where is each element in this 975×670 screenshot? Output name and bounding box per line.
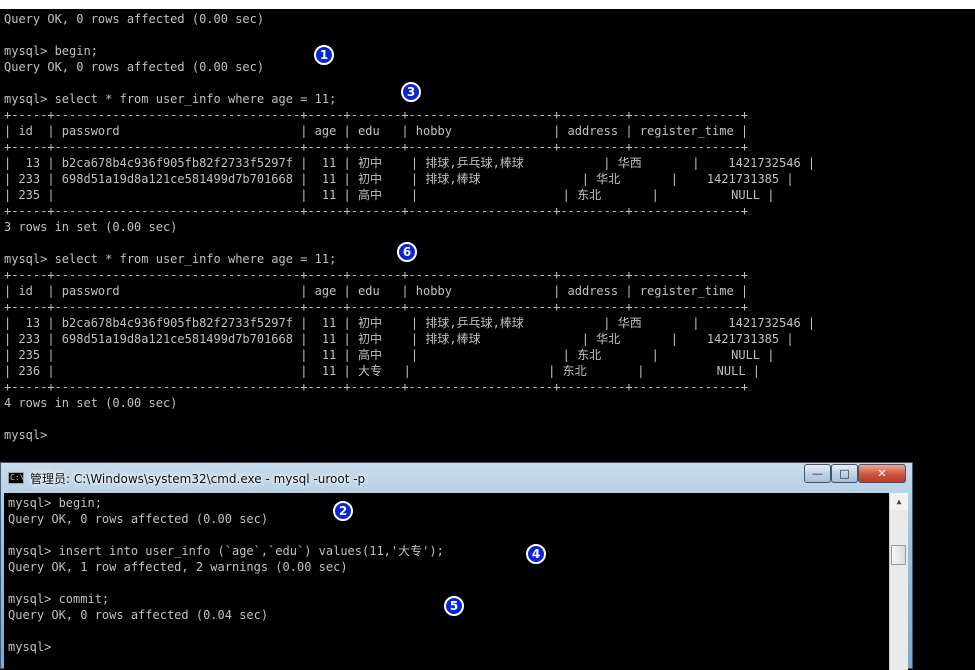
up-arrow-icon[interactable]: ▲: [890, 493, 908, 510]
terminal-line: mysql> select * from user_info where age…: [4, 92, 337, 106]
main-terminal[interactable]: Query OK, 0 rows affected (0.00 sec) mys…: [4, 9, 975, 459]
terminal-line: mysql> begin;: [8, 496, 102, 510]
table-border-line: +-----+---------------------------------…: [4, 204, 749, 218]
terminal-line: Query OK, 0 rows affected (0.00 sec): [4, 12, 265, 26]
terminal-line: mysql> insert into user_info (`age`,`edu…: [8, 544, 444, 558]
table-row: | 13 | b2ca678b4c936f905fb82f2733f5297f …: [4, 316, 816, 330]
terminal-line: mysql> select * from user_info where age…: [4, 252, 337, 266]
table-header-row: | id | password | age | edu | hobby | ad…: [4, 124, 749, 138]
top-edge-strip: [0, 0, 975, 9]
table-border-line: +-----+---------------------------------…: [4, 300, 749, 314]
step-badge-3: 3: [401, 82, 421, 102]
table-border-line: +-----+---------------------------------…: [4, 140, 749, 154]
window-titlebar[interactable]: C:\ 管理员: C:\Windows\system32\cmd.exe - m…: [1, 463, 912, 493]
step-badge-6: 6: [397, 242, 417, 262]
step-badge-1: 1: [314, 45, 334, 65]
cmd-window[interactable]: C:\ 管理员: C:\Windows\system32\cmd.exe - m…: [0, 462, 913, 670]
table-border-line: +-----+---------------------------------…: [4, 108, 749, 122]
vertical-scrollbar[interactable]: ▲: [889, 493, 908, 670]
table-row: | 13 | b2ca678b4c936f905fb82f2733f5297f …: [4, 156, 816, 170]
cmd-icon: C:\: [8, 472, 25, 484]
terminal-prompt: mysql>: [4, 428, 48, 442]
table-row: | 236 | | 11 | 大专 | | 东北 | NULL |: [4, 364, 761, 378]
minimize-button[interactable]: —: [804, 464, 831, 483]
terminal-prompt: mysql>: [8, 640, 52, 654]
terminal-line: 3 rows in set (0.00 sec): [4, 220, 178, 234]
table-row: | 233 | 698d51a19d8a121ce581499d7b701668…: [4, 332, 794, 346]
window-title: 管理员: C:\Windows\system32\cmd.exe - mysql…: [30, 472, 366, 486]
terminal-line: Query OK, 0 rows affected (0.00 sec): [8, 512, 269, 526]
terminal-line: mysql> begin;: [4, 44, 98, 58]
step-badge-4: 4: [526, 544, 546, 564]
terminal-line: mysql> commit;: [8, 592, 110, 606]
terminal-line: Query OK, 1 row affected, 2 warnings (0.…: [8, 560, 348, 574]
terminal-line: 4 rows in set (0.00 sec): [4, 396, 178, 410]
cmd-terminal[interactable]: mysql> begin; Query OK, 0 rows affected …: [4, 493, 889, 670]
close-button[interactable]: ✕: [858, 464, 906, 483]
table-row: | 233 | 698d51a19d8a121ce581499d7b701668…: [4, 172, 794, 186]
table-row: | 235 | | 11 | 高中 | | 东北 | NULL |: [4, 188, 775, 202]
step-badge-2: 2: [333, 501, 353, 521]
table-row: | 235 | | 11 | 高中 | | 东北 | NULL |: [4, 348, 775, 362]
step-badge-5: 5: [444, 596, 464, 616]
terminal-line: Query OK, 0 rows affected (0.04 sec): [8, 608, 269, 622]
scrollbar-thumb[interactable]: [891, 545, 906, 565]
terminal-line: Query OK, 0 rows affected (0.00 sec): [4, 60, 265, 74]
table-header-row: | id | password | age | edu | hobby | ad…: [4, 284, 749, 298]
table-border-line: +-----+---------------------------------…: [4, 268, 749, 282]
table-border-line: +-----+---------------------------------…: [4, 380, 749, 394]
maximize-button[interactable]: □: [831, 464, 858, 483]
